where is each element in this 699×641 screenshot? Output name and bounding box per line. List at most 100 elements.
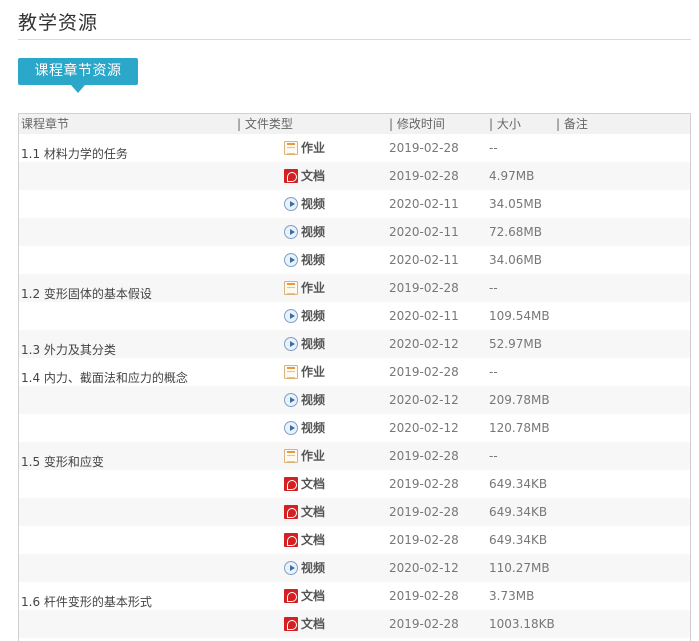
table-row: 文档 2019-02-28 1003.18KB xyxy=(19,610,690,638)
homework-icon xyxy=(284,141,298,155)
file-type-label[interactable]: 视频 xyxy=(301,190,325,218)
file-type-label[interactable]: 视频 xyxy=(301,554,325,582)
file-type-label[interactable]: 作业 xyxy=(301,442,325,470)
file-type-link[interactable]: 文档 xyxy=(284,470,325,498)
file-type-label[interactable]: 作业 xyxy=(301,134,325,162)
file-type-label[interactable]: 视频 xyxy=(301,414,325,442)
tab-chapter-resources-wrap: 课程章节资源 xyxy=(18,58,138,93)
file-type-label[interactable]: 文档 xyxy=(301,162,325,190)
file-type-label[interactable]: 视频 xyxy=(301,246,325,274)
file-type-label[interactable]: 视频 xyxy=(301,386,325,414)
file-size: -- xyxy=(489,449,498,463)
file-type-link[interactable]: 作业 xyxy=(284,358,325,386)
modified-time: 2019-02-28 xyxy=(389,365,459,379)
homework-icon xyxy=(284,449,298,463)
file-size: 1003.18KB xyxy=(489,617,555,631)
file-size: 649.34KB xyxy=(489,505,548,519)
file-type-label[interactable]: 文档 xyxy=(301,498,325,526)
modified-time: 2020-02-11 xyxy=(389,253,459,267)
modified-time: 2019-02-28 xyxy=(389,617,459,631)
file-size: 72.68MB xyxy=(489,225,542,239)
file-type-link[interactable]: 文档 xyxy=(284,526,325,554)
table-row: 文档 2019-02-28 4.97MB xyxy=(19,162,690,190)
table-body: 1.1 材料力学的任务 作业 2019-02-28 -- 文档 2019-02-28 4.9… xyxy=(19,134,690,638)
file-size: -- xyxy=(489,281,498,295)
modified-time: 2019-02-28 xyxy=(389,533,459,547)
modified-time: 2019-02-28 xyxy=(389,281,459,295)
table-row: 视频 2020-02-11 34.05MB xyxy=(19,190,690,218)
file-type-link[interactable]: 视频 xyxy=(284,302,325,330)
table-row: 文档 2019-02-28 649.34KB xyxy=(19,498,690,526)
modified-time: 2019-02-28 xyxy=(389,449,459,463)
table-row: 文档 2019-02-28 649.34KB xyxy=(19,526,690,554)
table-row: 视频 2020-02-12 209.78MB xyxy=(19,386,690,414)
homework-icon xyxy=(284,365,298,379)
file-type-link[interactable]: 视频 xyxy=(284,190,325,218)
modified-time: 2020-02-12 xyxy=(389,421,459,435)
file-type-link[interactable]: 视频 xyxy=(284,330,325,358)
file-type-label[interactable]: 作业 xyxy=(301,274,325,302)
file-size: 109.54MB xyxy=(489,309,550,323)
header-chapter: 课程章节 xyxy=(21,117,70,131)
pdf-icon xyxy=(284,505,298,519)
video-icon xyxy=(284,561,298,575)
video-icon xyxy=(284,393,298,407)
file-size: 649.34KB xyxy=(489,533,548,547)
table-row: 1.2 变形固体的基本假设 作业 2019-02-28 -- xyxy=(19,274,690,302)
title-divider xyxy=(18,39,691,40)
file-type-label[interactable]: 文档 xyxy=(301,610,325,638)
video-icon xyxy=(284,337,298,351)
modified-time: 2020-02-12 xyxy=(389,393,459,407)
tab-caret-down-icon xyxy=(71,85,85,93)
file-type-link[interactable]: 作业 xyxy=(284,274,325,302)
video-icon xyxy=(284,253,298,267)
file-size: -- xyxy=(489,365,498,379)
file-type-label[interactable]: 视频 xyxy=(301,218,325,246)
video-icon xyxy=(284,421,298,435)
modified-time: 2020-02-11 xyxy=(389,309,459,323)
table-row: 视频 2020-02-12 110.27MB xyxy=(19,554,690,582)
pdf-icon xyxy=(284,533,298,547)
file-size: 110.27MB xyxy=(489,561,550,575)
file-size: 120.78MB xyxy=(489,421,550,435)
table-row: 视频 2020-02-11 34.06MB xyxy=(19,246,690,274)
header-note: | 备注 xyxy=(556,117,588,131)
file-type-link[interactable]: 文档 xyxy=(284,582,325,610)
video-icon xyxy=(284,197,298,211)
table-row: 1.6 杆件变形的基本形式 文档 2019-02-28 3.73MB xyxy=(19,582,690,610)
file-type-link[interactable]: 视频 xyxy=(284,554,325,582)
pdf-icon xyxy=(284,477,298,491)
file-type-label[interactable]: 文档 xyxy=(301,526,325,554)
file-type-link[interactable]: 视频 xyxy=(284,246,325,274)
table-row: 视频 2020-02-11 109.54MB xyxy=(19,302,690,330)
file-type-link[interactable]: 文档 xyxy=(284,498,325,526)
modified-time: 2019-02-28 xyxy=(389,477,459,491)
page-title: 教学资源 xyxy=(18,12,99,34)
file-type-link[interactable]: 作业 xyxy=(284,442,325,470)
file-type-link[interactable]: 视频 xyxy=(284,386,325,414)
modified-time: 2020-02-11 xyxy=(389,197,459,211)
file-type-link[interactable]: 文档 xyxy=(284,610,325,638)
pdf-icon xyxy=(284,617,298,631)
table-row: 1.4 内力、截面法和应力的概念 作业 2019-02-28 -- xyxy=(19,358,690,386)
file-size: 4.97MB xyxy=(489,169,535,183)
file-type-link[interactable]: 视频 xyxy=(284,414,325,442)
file-type-link[interactable]: 文档 xyxy=(284,162,325,190)
file-type-label[interactable]: 作业 xyxy=(301,358,325,386)
modified-time: 2020-02-12 xyxy=(389,337,459,351)
table-header: 课程章节 | 文件类型 | 修改时间 | 大小 | 备注 xyxy=(19,114,690,134)
table-row: 1.1 材料力学的任务 作业 2019-02-28 -- xyxy=(19,134,690,162)
tab-chapter-resources[interactable]: 课程章节资源 xyxy=(18,58,138,85)
pdf-icon xyxy=(284,169,298,183)
file-size: 3.73MB xyxy=(489,589,535,603)
homework-icon xyxy=(284,281,298,295)
file-type-label[interactable]: 视频 xyxy=(301,330,325,358)
file-size: 34.05MB xyxy=(489,197,542,211)
file-type-label[interactable]: 文档 xyxy=(301,470,325,498)
file-type-link[interactable]: 作业 xyxy=(284,134,325,162)
file-type-label[interactable]: 视频 xyxy=(301,302,325,330)
header-file-type: | 文件类型 xyxy=(237,117,293,131)
file-type-link[interactable]: 视频 xyxy=(284,218,325,246)
resource-table: 课程章节 | 文件类型 | 修改时间 | 大小 | 备注 1.1 材料力学的任务… xyxy=(18,113,691,641)
file-type-label[interactable]: 文档 xyxy=(301,582,325,610)
